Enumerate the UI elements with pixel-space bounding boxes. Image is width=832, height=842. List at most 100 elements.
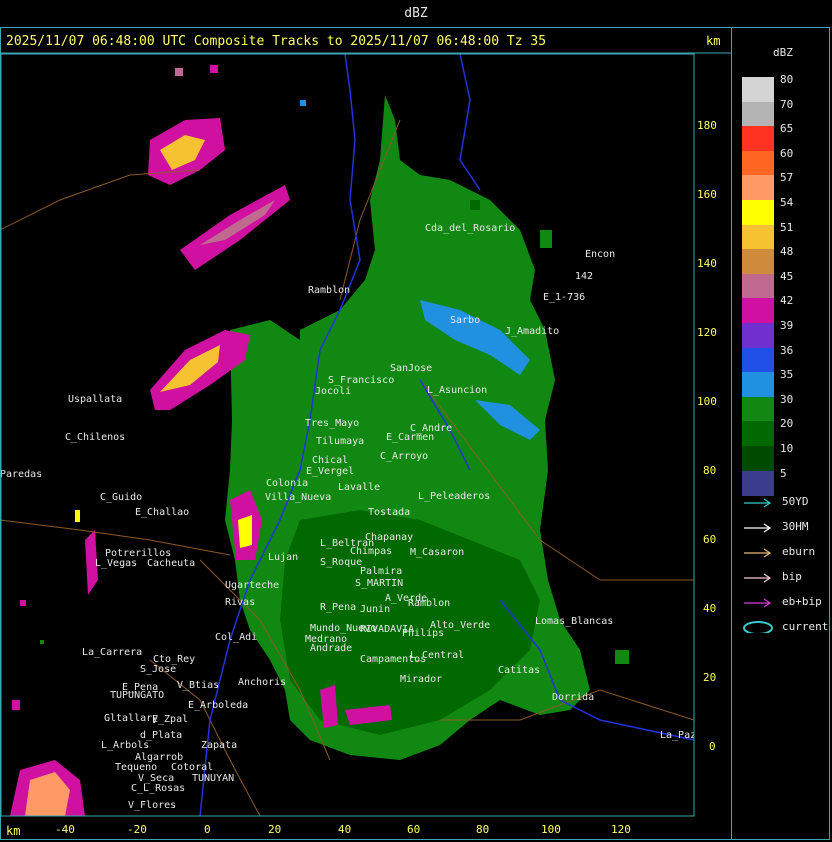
y-tick: 20 (703, 671, 716, 684)
place-label: Sarbo (450, 315, 480, 326)
place-label: S_MARTIN (355, 578, 403, 589)
place-label: La_Paz (660, 730, 696, 741)
place-label: Tostada (368, 507, 410, 518)
place-label: V_Btias (177, 680, 219, 691)
scale-label: 70 (780, 97, 794, 111)
place-label: Junin (360, 604, 390, 615)
scale-swatch (742, 372, 774, 398)
composite-title: 2025/11/07 06:48:00 UTC Composite Tracks… (6, 34, 547, 49)
place-label: V_Flores (128, 800, 176, 811)
place-label: Anchoris (238, 677, 286, 688)
place-label: TUPUNGATO (110, 690, 164, 701)
scale-label: 42 (780, 294, 794, 308)
place-label: Palmira (360, 566, 402, 577)
scale-swatch (742, 175, 774, 201)
place-label: L_Vegas (95, 558, 137, 569)
place-label: Catitas (498, 665, 540, 676)
place-label: Chapanay (365, 532, 413, 543)
place-label: C_Guido (100, 492, 142, 503)
place-label: Tilumaya (316, 436, 364, 447)
place-label: Rivas (225, 597, 255, 608)
place-label: Uspallata (68, 394, 122, 405)
place-label: Colonia (266, 478, 308, 489)
track-arrow-icon (744, 523, 772, 533)
place-label: Alto_Verde (430, 620, 490, 631)
legend-title: dBZ (773, 46, 793, 59)
place-label: L_Peleaderos (418, 491, 490, 502)
scale-swatch (742, 101, 774, 127)
scale-swatch (742, 249, 774, 275)
place-label: Mundo_Nuevo (310, 623, 376, 634)
track-label: bip (782, 570, 802, 583)
track-label: 30HM (782, 520, 809, 533)
place-label: E_Carmen (386, 432, 434, 443)
place-label: Gltallary (104, 713, 158, 724)
track-label: eburn (782, 545, 816, 558)
y-tick: 40 (703, 602, 716, 615)
place-label: Ugarteche (225, 580, 279, 591)
scale-label: 30 (780, 392, 794, 406)
place-label: SanJose (390, 363, 432, 374)
place-label: Lujan (268, 552, 298, 563)
place-label: E_Vergel (306, 466, 354, 477)
track-label: 50YD (782, 495, 809, 508)
scale-swatch (742, 446, 774, 471)
current-ellipse-icon (743, 621, 773, 633)
x-tick: 120 (611, 823, 631, 836)
place-label: L_Arbols (101, 740, 149, 751)
radar-map[interactable]: Uspallata C_Chilenos Paredas C_Guido E_C… (0, 0, 731, 842)
scale-label: 60 (780, 146, 794, 160)
place-label: Cda_del_Rosario (425, 223, 515, 234)
place-label: Col_Adi (215, 632, 257, 643)
place-label: E_Challao (135, 507, 189, 518)
track-label: current (782, 620, 829, 633)
x-tick: 100 (541, 823, 561, 836)
x-tick: 20 (268, 823, 281, 836)
x-tick: 60 (407, 823, 420, 836)
place-label: C_Chilenos (65, 432, 125, 443)
place-label: C_Arroyo (380, 451, 428, 462)
place-label: E_Arboleda (188, 700, 248, 711)
x-tick: 80 (476, 823, 489, 836)
place-label: TUNUYAN (192, 773, 234, 784)
place-label: J_Amadito (505, 326, 559, 337)
track-arrow-icon (744, 498, 772, 508)
place-label: R_Pena (320, 602, 356, 613)
place-label: Cacheuta (147, 558, 195, 569)
x-tick: 40 (338, 823, 351, 836)
place-label: Encon (585, 249, 615, 260)
place-label: A_Verde (385, 593, 427, 604)
place-label: 142 (575, 271, 593, 282)
place-label: E_Zpal (152, 714, 188, 725)
place-label: M_Casaron (410, 547, 464, 558)
scale-label: 36 (780, 343, 794, 357)
scale-label: 10 (780, 442, 794, 455)
place-label: S_Jose (140, 664, 176, 675)
scale-swatch (742, 273, 774, 299)
place-label: Chimpas (350, 546, 392, 557)
scale-label: 65 (780, 122, 794, 136)
scale-label: 45 (780, 269, 794, 283)
scale-label: 54 (780, 196, 794, 209)
place-label: Lavalle (338, 482, 380, 493)
scale-swatch (742, 323, 774, 348)
place-label: Cotoral (171, 762, 213, 773)
scale-swatch (742, 347, 774, 373)
place-label: Paredas (0, 469, 42, 480)
scale-swatch (742, 126, 774, 152)
scale-label: 57 (780, 171, 794, 185)
x-tick: 0 (204, 823, 211, 836)
legend-panel: dBZ 80 70 65 60 57 54 51 48 45 42 39 36 35 30 20 10 5 50… (731, 28, 831, 840)
place-label: Villa_Nueva (265, 492, 331, 503)
y-tick: 160 (697, 188, 717, 201)
place-label: Tequeno (115, 762, 157, 773)
scale-label: 5 (780, 466, 787, 480)
place-label: E_1-736 (543, 292, 585, 303)
scale-swatch (742, 470, 774, 496)
place-label: Chical (312, 455, 348, 466)
y-tick: 0 (709, 740, 716, 753)
echo-cell-west-2-core (238, 515, 252, 548)
km-unit-label-bottom: km (6, 824, 21, 838)
track-label: eb+bip (782, 595, 822, 608)
y-tick: 120 (697, 326, 717, 339)
